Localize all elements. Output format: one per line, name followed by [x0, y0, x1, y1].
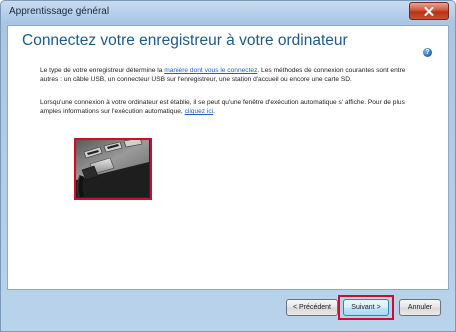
- paragraph2-text-end: .: [213, 108, 216, 116]
- connection-method-link[interactable]: manière dont vous le connectez: [164, 67, 257, 74]
- connection-methods-text: Le type de votre enregistreur détermine …: [40, 66, 418, 84]
- page-heading: Connectez votre enregistreur à votre ord…: [22, 32, 348, 49]
- window-title: Apprentissage général: [9, 6, 110, 17]
- cancel-button[interactable]: Annuler: [399, 299, 441, 316]
- wizard-window: Apprentissage général Connectez votre en…: [0, 0, 456, 332]
- button-bar: < Précédent Suivant > Annuler: [1, 290, 455, 331]
- previous-button[interactable]: < Précédent: [286, 299, 338, 316]
- help-icon[interactable]: ?: [423, 48, 432, 57]
- autorun-link[interactable]: cliquez ici: [185, 108, 214, 115]
- autorun-info-text: Lorsqu'une connexion à votre ordinateur …: [40, 98, 418, 116]
- close-button[interactable]: [409, 2, 449, 20]
- paragraph1-text-start: Le type de votre enregistreur détermine …: [40, 67, 165, 74]
- paragraph2-text-start: Lorsqu'une connexion à votre ordinateur …: [40, 99, 405, 116]
- title-bar[interactable]: Apprentissage général: [1, 1, 455, 25]
- usb-connection-image: [74, 138, 152, 200]
- usb-plug-illustration: [76, 140, 149, 197]
- close-icon: [424, 6, 434, 16]
- next-button-highlight: Suivant >: [338, 295, 394, 320]
- content-panel: Connectez votre enregistreur à votre ord…: [7, 25, 449, 290]
- next-button[interactable]: Suivant >: [343, 299, 389, 316]
